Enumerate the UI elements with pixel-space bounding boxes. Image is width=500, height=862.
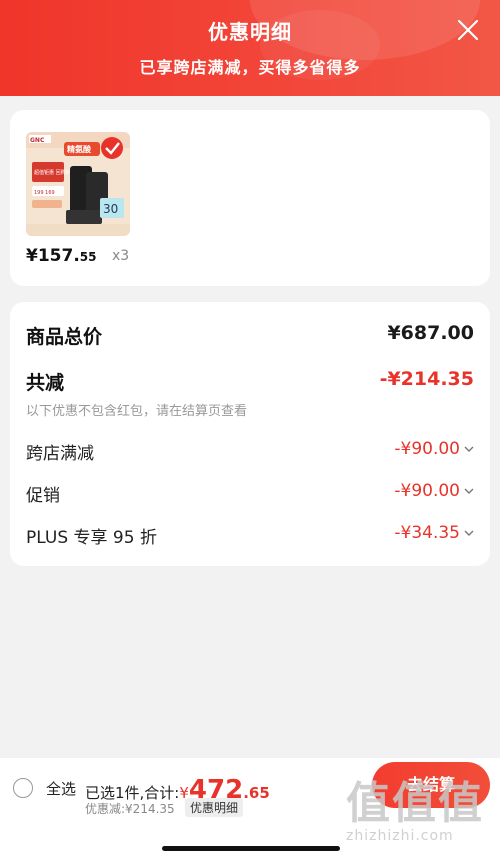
promo-text: 超值钜惠 回购护肝 — [34, 169, 76, 176]
discount-item-row[interactable]: 促销 -¥90.00 — [26, 481, 474, 511]
select-all-label[interactable]: 全选 — [46, 778, 76, 799]
close-button[interactable] — [456, 18, 480, 42]
product-price: ¥157.55 — [26, 246, 96, 266]
page-title: 优惠明细 — [208, 20, 292, 44]
summary-card: 商品总价 ¥687.00 共减 -¥214.35 以下优惠不包含红包，请在结算页… — [10, 302, 490, 566]
discount-item-value: -¥34.35 — [394, 523, 460, 543]
discount-note: 以下优惠不包含红包，请在结算页查看 — [26, 404, 248, 419]
watermark: 值值值 zhizhizhi.com — [346, 780, 496, 862]
discount-item-label: 跨店满减 — [26, 444, 94, 464]
product-thumbnail[interactable]: GNC 精氨酸 超值钜惠 回购护肝 199 169 30 — [26, 132, 130, 236]
discount-value: -¥214.35 — [379, 368, 474, 390]
home-indicator — [162, 846, 340, 851]
badge-text: 精氨酸 — [67, 144, 92, 154]
discount-summary: 优惠减:¥214.35 — [85, 802, 175, 816]
chevron-down-icon — [464, 488, 474, 494]
select-all-radio[interactable] — [13, 778, 33, 798]
total-value: ¥687.00 — [387, 322, 474, 344]
price-tag-text: 199 169 — [34, 190, 55, 196]
watermark-url: zhizhizhi.com — [346, 828, 454, 844]
product-image: GNC 精氨酸 超值钜惠 回购护肝 199 169 30 — [26, 132, 130, 236]
chevron-down-icon — [464, 446, 474, 452]
total-row: 商品总价 ¥687.00 — [26, 322, 474, 352]
product-quantity: x3 — [112, 248, 130, 264]
discount-item-row[interactable]: 跨店满减 -¥90.00 — [26, 439, 474, 469]
discount-item-value: -¥90.00 — [394, 481, 460, 501]
watermark-logo: 值值值 — [346, 778, 484, 829]
product-card: GNC 精氨酸 超值钜惠 回购护肝 199 169 30 ¥157.55 x3 — [10, 110, 490, 286]
price-decimal: 55 — [79, 250, 97, 264]
discount-item-value: -¥90.00 — [394, 439, 460, 459]
discount-label: 共减 — [26, 372, 65, 394]
chevron-down-icon — [464, 530, 474, 536]
discount-item-label: 促销 — [26, 486, 60, 506]
price-main: ¥157. — [26, 246, 80, 266]
discount-item-label: PLUS 专享 95 折 — [26, 528, 157, 548]
header: 优惠明细 已享跨店满减，买得多省得多 — [0, 0, 500, 96]
total-decimal: .65 — [243, 784, 270, 802]
discount-item-row[interactable]: PLUS 专享 95 折 -¥34.35 — [26, 523, 474, 553]
discount-row: 共减 -¥214.35 — [26, 368, 474, 398]
brand-logo: GNC — [30, 137, 45, 144]
total-label: 商品总价 — [26, 326, 103, 348]
close-icon — [457, 19, 479, 41]
count-label: 30 — [103, 202, 118, 216]
discount-detail-link[interactable]: 优惠明细 — [185, 798, 244, 817]
page-subtitle: 已享跨店满减，买得多省得多 — [139, 58, 361, 77]
